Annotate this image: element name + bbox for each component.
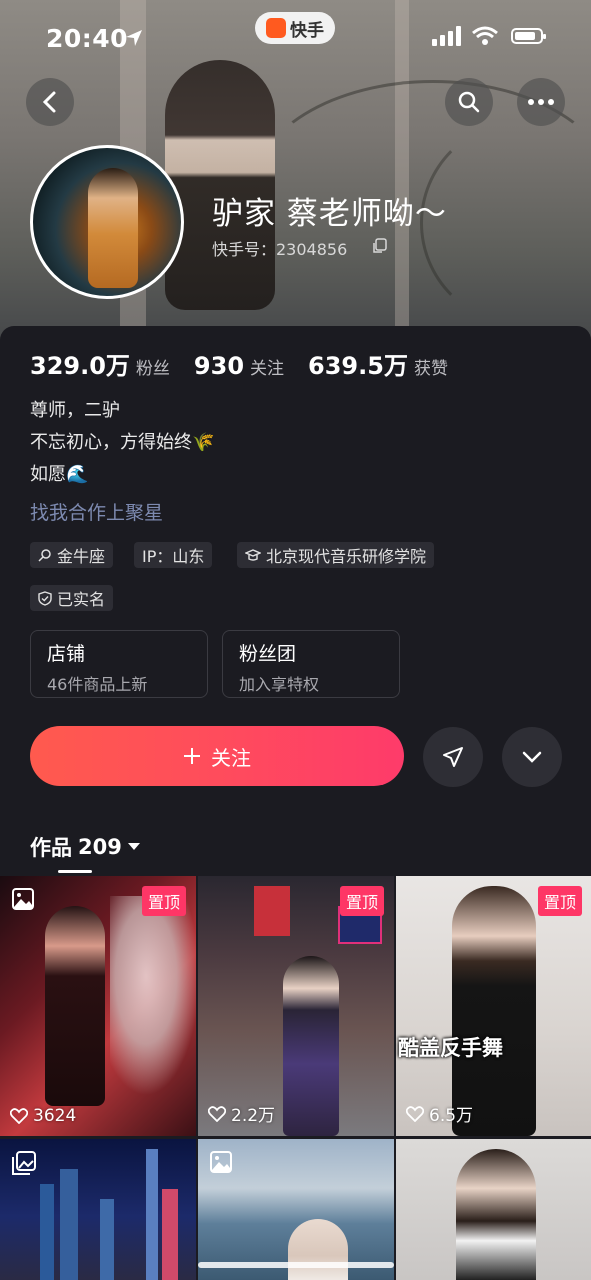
video-thumbnail[interactable]: 置顶 3624 bbox=[0, 876, 196, 1136]
send-icon bbox=[443, 747, 463, 767]
copy-icon[interactable] bbox=[372, 238, 388, 254]
building-shape bbox=[162, 1189, 178, 1280]
like-count: 2.2万 bbox=[208, 1101, 275, 1126]
wifi-icon bbox=[472, 26, 498, 45]
fan-club-card[interactable]: 粉丝团 加入享特权 bbox=[222, 630, 400, 698]
video-thumbnail[interactable]: 置顶 2.2万 bbox=[198, 876, 394, 1136]
search-button[interactable] bbox=[445, 78, 493, 126]
follow-label: 关注 bbox=[211, 745, 251, 770]
header-photo-figure bbox=[165, 60, 275, 310]
bio-line: 尊师，二驴 bbox=[30, 400, 120, 421]
works-tab-indicator bbox=[58, 870, 92, 873]
performer-figure bbox=[45, 906, 105, 1106]
cellular-signal-icon bbox=[432, 26, 461, 46]
user-id: 快手号：2304856 bbox=[212, 240, 348, 259]
likes-count[interactable]: 639.5万 bbox=[308, 346, 408, 381]
like-count: 3624 bbox=[10, 1106, 76, 1126]
performer-figure bbox=[452, 886, 536, 1136]
collaboration-link[interactable]: 找我合作上聚星 bbox=[30, 498, 163, 525]
verified-label: 已实名 bbox=[57, 590, 106, 609]
avatar-person-figure bbox=[88, 168, 138, 288]
following-count[interactable]: 930 bbox=[194, 352, 244, 380]
like-count-value: 2.2万 bbox=[231, 1106, 276, 1126]
verified-badge[interactable]: 已实名 bbox=[30, 585, 114, 611]
status-time: 20:40 bbox=[46, 24, 129, 53]
video-thumbnail[interactable]: 置顶 酷盖反手舞 6.5万 bbox=[396, 876, 591, 1136]
fan-club-subtitle: 加入享特权 bbox=[239, 675, 320, 694]
chevron-left-icon bbox=[42, 91, 56, 113]
pinned-badge: 置顶 bbox=[339, 886, 384, 916]
zodiac-icon bbox=[38, 549, 51, 562]
heart-icon bbox=[10, 1108, 28, 1124]
tag-school[interactable]: 北京现代音乐研修学院 bbox=[237, 542, 435, 568]
shop-subtitle: 46件商品上新 bbox=[47, 675, 148, 694]
tag-label: 金牛座 bbox=[57, 547, 106, 566]
street-sign-shape bbox=[254, 886, 290, 936]
heart-icon bbox=[406, 1105, 424, 1122]
image-post-icon bbox=[12, 888, 34, 910]
kuaishou-logo-icon bbox=[266, 18, 286, 38]
search-icon bbox=[458, 91, 480, 113]
tag-ip-location[interactable]: IP：山东 bbox=[134, 542, 213, 568]
followers-count[interactable]: 329.0万 bbox=[30, 346, 130, 381]
expand-button[interactable] bbox=[502, 727, 562, 787]
works-tab[interactable]: 作品 209 bbox=[30, 832, 140, 862]
building-shape bbox=[100, 1199, 114, 1280]
video-thumbnail[interactable] bbox=[396, 1139, 591, 1280]
performer-figure bbox=[456, 1149, 536, 1280]
following-label: 关注 bbox=[250, 359, 285, 379]
image-post-icon bbox=[12, 1151, 36, 1175]
plus-icon bbox=[184, 748, 200, 764]
bio-line: 如愿🌊 bbox=[30, 464, 89, 485]
works-count: 209 bbox=[78, 835, 122, 859]
followers-label: 粉丝 bbox=[135, 359, 170, 379]
profile-name: 驴家 蔡老师呦～ bbox=[212, 196, 447, 232]
follow-button[interactable]: 关注 bbox=[30, 726, 404, 786]
home-indicator bbox=[198, 1262, 394, 1268]
graduation-cap-icon bbox=[245, 549, 261, 561]
battery-icon bbox=[511, 28, 546, 44]
profile-stats: 329.0万 粉丝 930 关注 639.5万 获赞 bbox=[30, 346, 472, 381]
pinned-badge: 置顶 bbox=[141, 886, 186, 916]
image-post-icon bbox=[210, 1151, 232, 1173]
app-name: 快手 bbox=[290, 20, 324, 41]
like-count-value: 3624 bbox=[33, 1106, 77, 1126]
location-arrow-icon bbox=[126, 30, 142, 46]
caret-down-icon bbox=[127, 843, 140, 850]
fan-club-title: 粉丝团 bbox=[239, 643, 297, 665]
tag-zodiac[interactable]: 金牛座 bbox=[30, 542, 114, 568]
share-button[interactable] bbox=[423, 727, 483, 787]
tag-label: 北京现代音乐研修学院 bbox=[266, 547, 427, 566]
more-dots-icon bbox=[528, 99, 554, 105]
building-shape bbox=[146, 1149, 158, 1280]
like-count: 6.5万 bbox=[406, 1101, 473, 1126]
video-thumbnail[interactable] bbox=[198, 1139, 394, 1280]
shield-check-icon bbox=[38, 590, 52, 606]
wing-shape bbox=[110, 896, 196, 1096]
building-shape bbox=[40, 1184, 54, 1280]
more-options-button[interactable] bbox=[517, 78, 565, 126]
tag-label: IP：山东 bbox=[142, 547, 205, 566]
status-bar: 20:40 快手 bbox=[0, 12, 591, 58]
video-thumbnail[interactable] bbox=[0, 1139, 196, 1280]
bio-line: 不忘初心，方得始终🌾 bbox=[30, 432, 215, 453]
video-caption: 酷盖反手舞 bbox=[398, 1036, 503, 1060]
profile-info-panel bbox=[0, 326, 591, 1280]
shop-card[interactable]: 店铺 46件商品上新 bbox=[30, 630, 208, 698]
performer-figure bbox=[283, 956, 339, 1136]
back-button[interactable] bbox=[26, 78, 74, 126]
avatar[interactable] bbox=[30, 145, 184, 299]
heart-icon bbox=[208, 1105, 226, 1122]
chevron-down-icon bbox=[522, 751, 542, 763]
pinned-badge: 置顶 bbox=[537, 886, 582, 916]
works-label: 作品 bbox=[30, 836, 72, 860]
app-indicator-pill[interactable]: 快手 bbox=[255, 12, 335, 44]
like-count-value: 6.5万 bbox=[429, 1106, 474, 1126]
person-figure bbox=[288, 1219, 348, 1280]
shop-title: 店铺 bbox=[47, 643, 86, 665]
building-shape bbox=[60, 1169, 78, 1280]
likes-label: 获赞 bbox=[413, 359, 448, 379]
